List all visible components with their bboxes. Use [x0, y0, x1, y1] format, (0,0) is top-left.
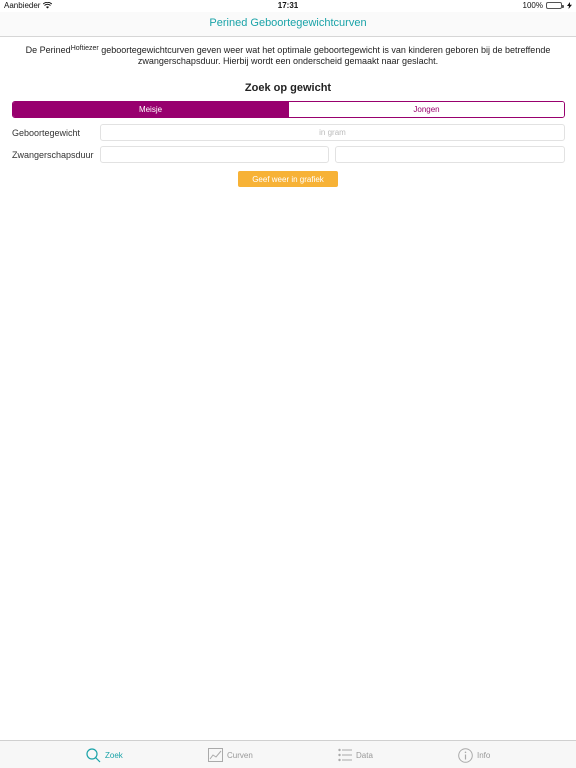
tab-zoek[interactable]: Zoek [86, 746, 123, 764]
intro-prefix: De Perined [25, 45, 71, 55]
gestational-weeks-input[interactable] [100, 146, 329, 163]
charging-bolt-icon [567, 2, 572, 9]
tab-data-label: Data [356, 750, 373, 760]
search-section-title: Zoek op gewicht [244, 82, 332, 94]
tab-zoek-label: Zoek [105, 750, 123, 760]
info-icon [458, 747, 473, 763]
intro-body: geboortegewichtcurven geven weer wat het… [98, 45, 551, 66]
list-icon [338, 748, 352, 762]
gestational-age-label: Zwangerschapsduur [12, 150, 94, 160]
battery-status: 100% [523, 1, 572, 10]
segment-meisje[interactable]: Meisje [13, 102, 288, 117]
birth-weight-label: Geboortegewicht [12, 128, 81, 138]
intro-text: De PerinedHoftiezer geboortegewichtcurve… [16, 45, 560, 67]
birth-weight-input[interactable] [100, 124, 565, 141]
gestational-days-input[interactable] [335, 146, 565, 163]
battery-icon [546, 2, 564, 9]
segment-jongen[interactable]: Jongen [288, 102, 564, 117]
tab-data[interactable]: Data [338, 746, 373, 764]
chart-icon [208, 748, 223, 762]
status-bar: Aanbieder 17:31 100% [0, 0, 576, 12]
show-in-chart-button[interactable]: Geef weer in grafiek [238, 171, 338, 187]
clock: 17:31 [277, 1, 299, 10]
intro-superscript: Hoftiezer [70, 45, 99, 52]
battery-percentage: 100% [522, 1, 543, 10]
tab-info[interactable]: Info [458, 746, 490, 764]
gender-segmented-control: Meisje Jongen [12, 101, 565, 118]
navigation-bar: Perined Geboortegewichtcurven [0, 12, 576, 37]
tab-curven-label: Curven [227, 750, 253, 760]
tab-info-label: Info [477, 750, 491, 760]
tab-curven[interactable]: Curven [208, 746, 253, 764]
tab-bar: Zoek Curven Data Info [0, 740, 576, 768]
search-icon [86, 747, 101, 762]
page-title: Perined Geboortegewichtcurven [209, 17, 367, 29]
